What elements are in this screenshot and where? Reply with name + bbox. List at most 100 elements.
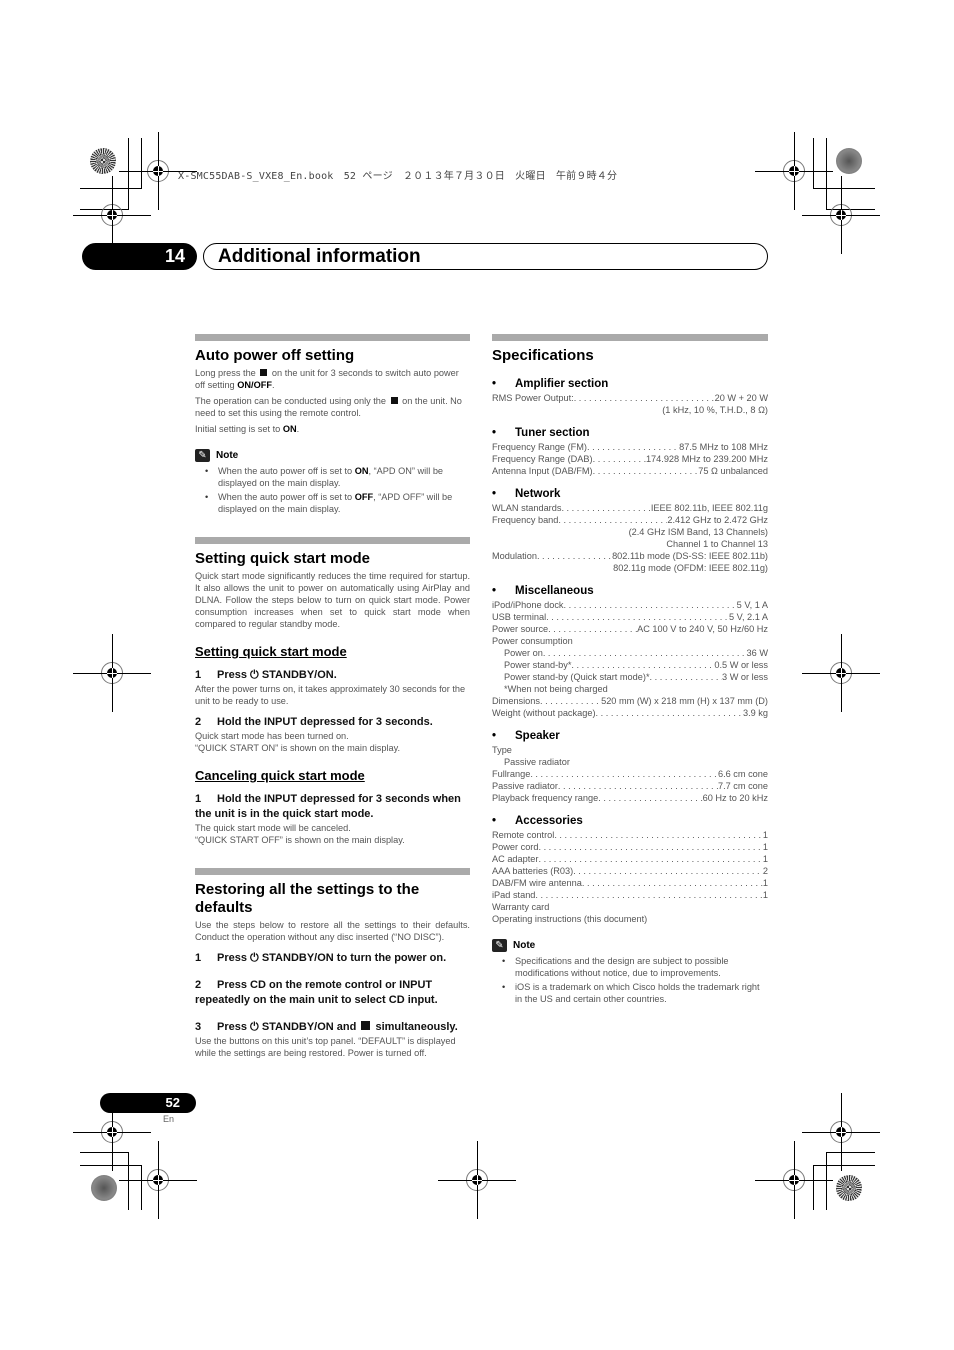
page-language: En xyxy=(163,1114,175,1124)
text: Miscellaneous xyxy=(515,585,594,597)
spec-label: Weight (without package) xyxy=(492,708,596,718)
step-heading: 1 Press ⏻ STANDBY/ON. xyxy=(195,668,470,683)
keyword: OFF xyxy=(354,492,374,502)
spec-row: Playback frequency range 60 Hz to 20 kHz xyxy=(492,792,768,804)
section-title: Setting quick start mode xyxy=(195,550,371,567)
chapter-number: 14 xyxy=(82,243,197,270)
spec-row: RMS Power Output: 20 W + 20 W xyxy=(492,392,768,404)
text: STANDBY/ON to turn the power on. xyxy=(261,952,447,964)
paragraph: Long press the on the unit for 3 seconds… xyxy=(195,367,470,391)
registration-mark-icon xyxy=(438,1141,516,1219)
step-description: “QUICK START ON” is shown on the main di… xyxy=(195,743,401,753)
crop-mark xyxy=(813,188,875,189)
spec-value: 75 Ω unbalanced xyxy=(698,466,768,476)
page-number: 52 xyxy=(100,1093,196,1113)
spec-value: Passive radiator xyxy=(504,757,570,767)
right-column: Specifications • Amplifier section RMS Po… xyxy=(492,334,768,1007)
spec-row: Remote control 1 xyxy=(492,829,768,841)
spec-row: Power source AC 100 V to 240 V, 50 Hz/60 … xyxy=(492,623,768,635)
paragraph: Quick start mode significantly reduces t… xyxy=(195,571,470,629)
spec-row: DAB/FM wire antenna 1 xyxy=(492,877,768,889)
crop-mark xyxy=(813,1165,814,1210)
registration-mark-icon xyxy=(73,634,151,712)
registration-mark-icon xyxy=(755,132,833,210)
keyword: OFF xyxy=(253,380,272,390)
spec-value: 2 xyxy=(762,866,768,876)
spec-value: 174.928 MHz to 239.200 MHz xyxy=(645,454,768,464)
spec-row: AAA batteries (R03) 2 xyxy=(492,865,768,877)
spec-group-heading: • Tuner section xyxy=(492,427,590,439)
spec-row: Antenna Input (DAB/FM) 75 Ω unbalanced xyxy=(492,465,768,477)
spec-label: Power stand-by (Quick start mode)* xyxy=(504,672,650,682)
spec-row: iPod/iPhone dock 5 V, 1 A xyxy=(492,599,768,611)
color-dial-icon xyxy=(90,148,116,174)
spec-row: Fullrange 6.6 cm cone xyxy=(492,768,768,780)
spec-value: 60 Hz to 20 kHz xyxy=(702,793,768,803)
text: Network xyxy=(515,488,561,500)
spec-group-heading: • Amplifier section xyxy=(492,378,609,390)
section-title: Restoring all the settings to the defaul… xyxy=(195,881,420,916)
registration-mark-icon xyxy=(802,634,880,712)
note-list: When the auto power off is set to ON, “A… xyxy=(195,465,470,515)
step-description: After the power turns on, it takes appro… xyxy=(195,684,466,706)
spec-value: 3.9 kg xyxy=(742,708,768,718)
crop-mark xyxy=(813,138,814,189)
text: STANDBY/ON. xyxy=(261,669,337,681)
crop-mark xyxy=(826,138,827,210)
spec-row: Frequency band 2.412 GHz to 2.472 GHz xyxy=(492,514,768,526)
text: The operation can be conducted using onl… xyxy=(195,396,387,406)
note-item: When the auto power off is set to ON, “A… xyxy=(205,465,470,489)
spec-label: Power stand-by* xyxy=(504,660,572,670)
spec-extra: (2.4 GHz ISM Band, 13 Channels) xyxy=(628,527,768,537)
color-dial-icon xyxy=(836,148,862,174)
spec-label: Frequency Range (FM) xyxy=(492,442,587,452)
section-divider xyxy=(195,334,470,341)
section-divider xyxy=(195,537,470,544)
stop-button-icon xyxy=(260,369,268,376)
spec-group-heading: • Network xyxy=(492,488,561,500)
registration-mark-icon xyxy=(755,1141,833,1219)
crop-mark xyxy=(826,1152,875,1153)
spec-extra: (1 kHz, 10 %, T.H.D., 8 Ω) xyxy=(662,405,768,415)
note-heading: ✎ Note xyxy=(492,939,768,952)
spec-label: Power source xyxy=(492,624,549,634)
spec-footnote: *When not being charged xyxy=(504,684,608,694)
text: Amplifier section xyxy=(515,378,609,390)
spec-value: 2.412 GHz to 2.472 GHz xyxy=(667,515,768,525)
spec-extra: 802.11g mode (OFDM: IEEE 802.11g) xyxy=(613,563,768,573)
text: Tuner section xyxy=(515,427,590,439)
registration-mark-icon xyxy=(119,1141,197,1219)
spec-row: Power cord 1 xyxy=(492,841,768,853)
note-label: Note xyxy=(216,450,239,461)
pencil-note-icon: ✎ xyxy=(492,939,507,952)
crop-mark xyxy=(141,138,142,189)
spec-value: 7.7 cm cone xyxy=(717,781,768,791)
note-item: When the auto power off is set to OFF, “… xyxy=(205,491,470,515)
crop-mark xyxy=(813,1165,875,1166)
text: Speaker xyxy=(515,730,560,742)
text: . xyxy=(271,380,275,390)
spec-value: 0.5 W or less xyxy=(714,660,768,670)
crop-mark xyxy=(80,1152,128,1153)
spec-label: USB terminal xyxy=(492,612,547,622)
spec-row: USB terminal 5 V, 2.1 A xyxy=(492,611,768,623)
step-number: 3 xyxy=(195,1021,202,1033)
spec-label: Passive radiator xyxy=(492,781,558,791)
spec-row: Power on 36 W xyxy=(492,647,768,659)
step-description: “QUICK START OFF” is shown on the main d… xyxy=(195,835,405,845)
step-heading: 3 Press ⏻ STANDBY/ON and simultaneously. xyxy=(195,1020,470,1035)
paragraph: Initial setting is set to ON. xyxy=(195,423,470,435)
spec-row: Power stand-by (Quick start mode)* 3 W or… xyxy=(492,671,768,683)
spec-value: 3 W or less xyxy=(722,672,768,682)
note-label: Note xyxy=(513,940,536,951)
spec-label: WLAN standards xyxy=(492,503,562,513)
text: When the auto power off is set to xyxy=(218,466,353,476)
spec-value: 20 W + 20 W xyxy=(714,393,768,403)
text: When the auto power off is set to xyxy=(218,492,353,502)
spec-row: Weight (without package) 3.9 kg xyxy=(492,707,768,719)
spec-row: Frequency Range (DAB) 174.928 MHz to 239.… xyxy=(492,453,768,465)
subsection-title: Setting quick start mode xyxy=(195,644,347,659)
keyword: ON xyxy=(282,424,297,434)
spec-value: 802.11b mode (DS-SS: IEEE 802.11b) xyxy=(612,551,768,561)
step-heading: 2 Press CD on the remote control or INPUT… xyxy=(195,978,470,1008)
